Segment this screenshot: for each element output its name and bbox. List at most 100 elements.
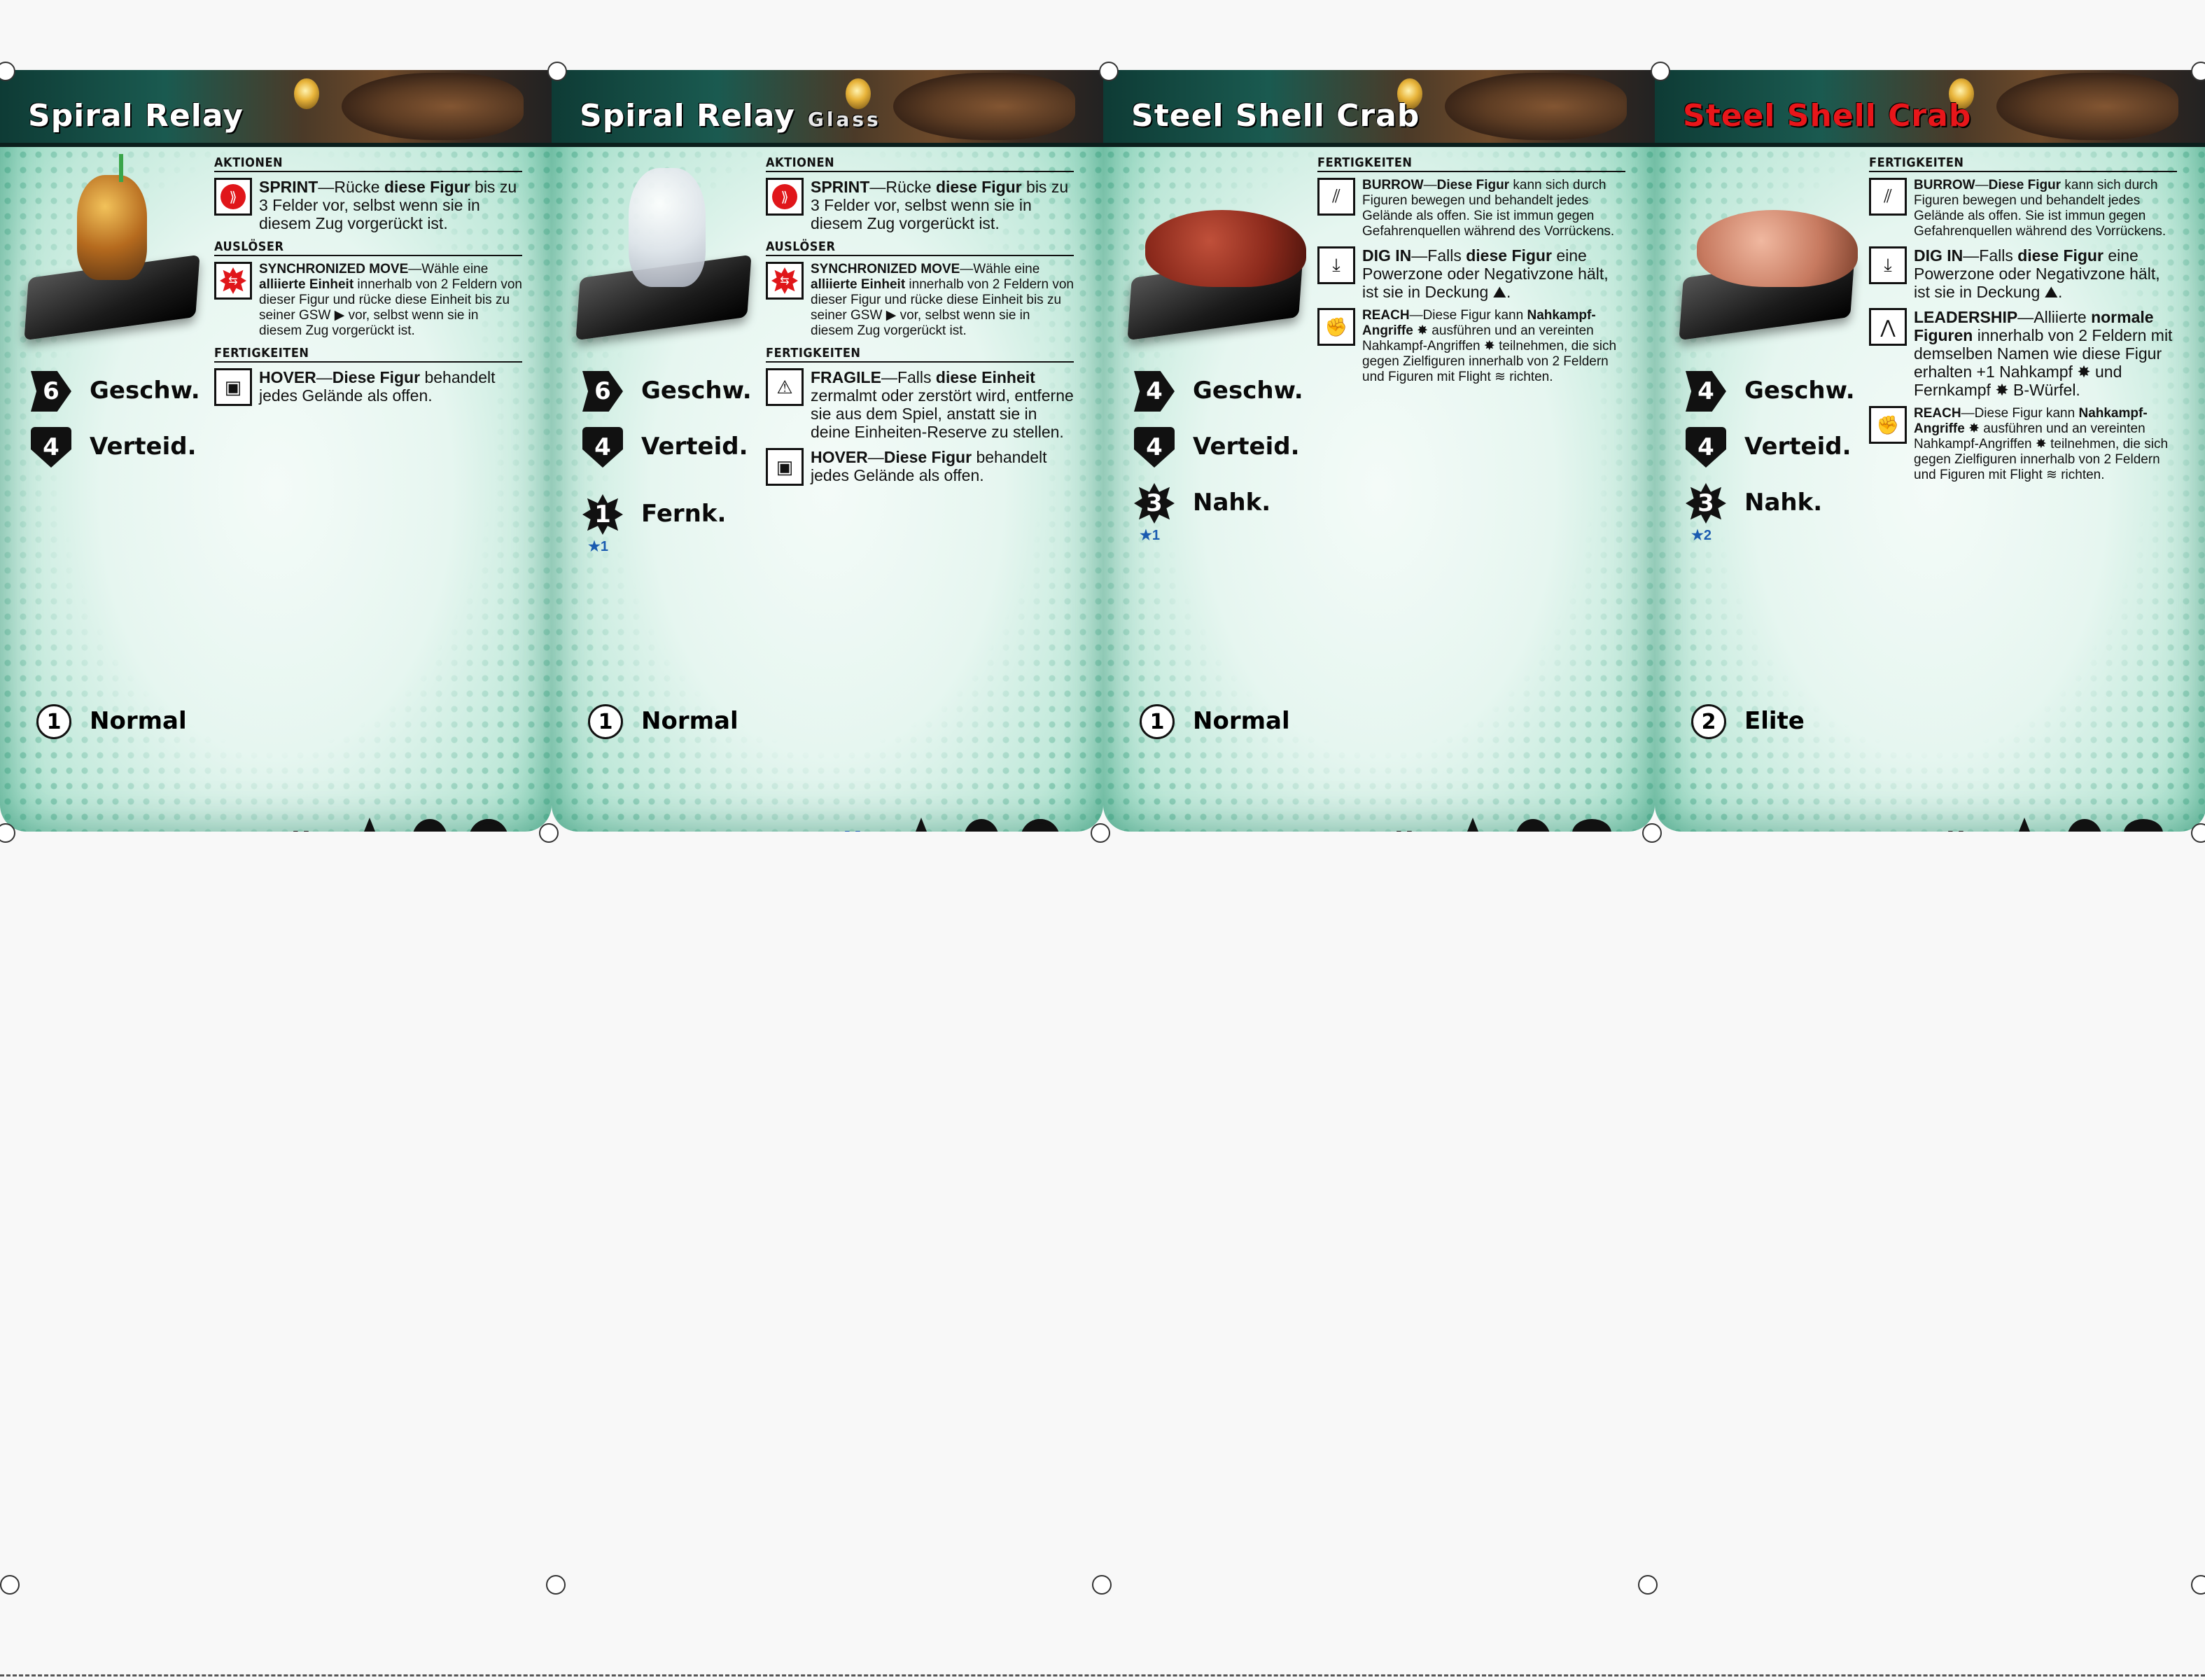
crop-mark: [1091, 823, 1110, 843]
gear-icon: [469, 819, 508, 832]
sprint-icon: ⟫: [766, 178, 804, 216]
dig-in-icon: ⤓: [1317, 246, 1355, 284]
rank-block: 1 Normal: [36, 704, 260, 746]
ability-row[interactable]: ⇆ SYNCHRONIZED MOVE—Wähle eine alliierte …: [214, 262, 522, 339]
crop-mark: [0, 823, 15, 843]
arrow-stat-icon: 4: [1686, 371, 1726, 412]
faction-icons: Now★: [1394, 818, 1635, 832]
card-title: Spiral Relay Glass: [580, 98, 881, 134]
unit-card[interactable]: Spiral Relay 6 Geschw. 4 Verteid. 1 Normal AKTI…: [0, 70, 552, 832]
ability-row[interactable]: ⫽ BURROW—Diese Figur kann sich durch Figu…: [1869, 178, 2177, 239]
synchronized-move-icon: ⇆: [766, 262, 804, 300]
faction-star-icon: [350, 818, 389, 832]
stat-bonus: ★1: [1140, 528, 1161, 543]
ability-row[interactable]: ✊ REACH—Diese Figur kann Nahkampf-Angriff…: [1317, 308, 1625, 385]
stat-label: Nahk.: [1193, 489, 1271, 517]
rank-label: Normal: [1193, 707, 1290, 735]
ability-row[interactable]: ✊ REACH—Diese Figur kann Nahkampf-Angriff…: [1869, 406, 2177, 483]
unit-figure-image: [24, 154, 210, 343]
section-header: AUSLÖSER: [214, 239, 522, 256]
hover-icon: ▣: [214, 368, 252, 406]
ability-row[interactable]: ⇆ SYNCHRONIZED MOVE—Wähle eine alliierte …: [766, 262, 1074, 339]
ability-row[interactable]: ▣ HOVER—Diese Figur behandelt jedes Gelän…: [766, 448, 1074, 486]
rank-block: 1 Normal: [1140, 704, 1364, 746]
unit-variant: Glass: [807, 108, 881, 131]
creature-art: [893, 73, 1075, 140]
now-set-icon: Now★★★: [1946, 819, 1991, 832]
crop-mark: [547, 62, 567, 81]
rank-icon: 2: [1691, 704, 1726, 739]
rank-label: Elite: [1744, 707, 1805, 735]
stat-fernk: 1 Fernk. ★1: [582, 494, 806, 554]
burrow-icon: ⫽: [1317, 178, 1355, 216]
section-header: FERTIGKEITEN: [214, 346, 522, 363]
creature-art: [1996, 73, 2178, 140]
unit-figure-image: [575, 161, 762, 343]
crop-mark: [2191, 62, 2205, 81]
synchronized-move-icon: ⇆: [214, 262, 252, 300]
ability-text: DIG IN—Falls diese Figur eine Powerzone …: [1362, 246, 1609, 301]
ability-section: FERTIGKEITEN ▣ HOVER—Diese Figur behandelt…: [214, 346, 522, 406]
alien-shape: [964, 819, 999, 832]
stat-verteid: 4 Verteid.: [31, 427, 255, 476]
alien-shape: [412, 819, 447, 832]
arrow-stat-icon: 6: [582, 371, 623, 412]
reach-icon: ✊: [1869, 406, 1907, 444]
unit-card[interactable]: Steel Shell Crab 4 Geschw. 4 Verteid. 3 Nahk. ★…: [1103, 70, 1655, 832]
stat-verteid: 4 Verteid.: [1134, 427, 1358, 476]
ability-row[interactable]: ⤓ DIG IN—Falls diese Figur eine Powerzone…: [1317, 246, 1625, 301]
now-set-icon: Now★★★★: [843, 819, 888, 832]
ability-row[interactable]: ⋀ LEADERSHIP—Alliierte normale Figuren in…: [1869, 308, 2177, 399]
faction-icons: Now★★: [291, 818, 532, 832]
ability-row[interactable]: ⫽ BURROW—Diese Figur kann sich durch Figu…: [1317, 178, 1625, 239]
faction-star-icon: [902, 818, 941, 832]
section-header: AKTIONEN: [766, 155, 1074, 172]
shield-stat-icon: 4: [1134, 427, 1175, 468]
figure-model: [629, 168, 706, 287]
ability-text: DIG IN—Falls diese Figur eine Powerzone …: [1914, 246, 2160, 301]
faction-icons: Now★★★★: [843, 818, 1084, 832]
card-banner: Steel Shell Crab: [1103, 70, 1655, 147]
alien-icon: [410, 819, 449, 832]
crop-mark: [1092, 1575, 1112, 1595]
ability-text: BURROW—Diese Figur kann sich durch Figur…: [1362, 178, 1615, 239]
unit-name: Steel Shell Crab: [1131, 98, 1420, 134]
faction-star-icon: [2005, 818, 2044, 832]
unit-name: Spiral Relay: [28, 98, 244, 134]
rank-label: Normal: [641, 707, 738, 735]
arrow-stat-icon: 4: [1134, 371, 1175, 412]
unit-name: Spiral Relay: [580, 98, 795, 134]
crop-mark: [1642, 823, 1662, 843]
unit-card[interactable]: Steel Shell Crab 4 Geschw. 4 Verteid. 3 Nahk. ★…: [1655, 70, 2205, 832]
shield-stat-icon: 4: [31, 427, 71, 468]
ability-section: FERTIGKEITEN ⫽ BURROW—Diese Figur kann sic…: [1869, 155, 2177, 483]
abilities-panel: AKTIONEN ⟫ SPRINT—Rücke diese Figur bis zu…: [214, 155, 522, 413]
ability-row[interactable]: ⤓ DIG IN—Falls diese Figur eine Powerzone…: [1869, 246, 2177, 301]
ability-row[interactable]: ⟫ SPRINT—Rücke diese Figur bis zu 3 Felde…: [766, 178, 1074, 232]
ability-text: SPRINT—Rücke diese Figur bis zu 3 Felder…: [259, 178, 517, 232]
star-shape: [350, 818, 389, 832]
card-banner: Spiral Relay: [0, 70, 552, 147]
unit-card[interactable]: Spiral Relay Glass 6 Geschw. 4 Verteid. 1 Fernk…: [552, 70, 1103, 832]
rank-icon: 1: [1140, 704, 1175, 739]
rank-block: 1 Normal: [588, 704, 812, 746]
ability-row[interactable]: ▣ HOVER—Diese Figur behandelt jedes Gelän…: [214, 368, 522, 406]
figure-model: [77, 154, 147, 280]
sprint-icon: ⟫: [214, 178, 252, 216]
alien-shape: [1516, 819, 1550, 832]
gear-icon: [1021, 819, 1060, 832]
gear-shape: [469, 819, 508, 832]
leadership-icon: ⋀: [1869, 308, 1907, 346]
ability-row[interactable]: ⟫ SPRINT—Rücke diese Figur bis zu 3 Felde…: [214, 178, 522, 232]
crop-mark: [539, 823, 559, 843]
crop-mark: [1638, 1575, 1658, 1595]
stat-bonus: ★2: [1691, 528, 1712, 543]
section-header: FERTIGKEITEN: [766, 346, 1074, 363]
ability-text: HOVER—Diese Figur behandelt jedes Geländ…: [259, 368, 496, 405]
card-title: Spiral Relay: [28, 98, 244, 134]
stat-label: Geschw.: [1193, 377, 1303, 405]
crop-mark: [2191, 1575, 2205, 1595]
ability-text: SPRINT—Rücke diese Figur bis zu 3 Felder…: [811, 178, 1069, 232]
ability-row[interactable]: ⚠ FRAGILE—Falls diese Einheit zermalmt od…: [766, 368, 1074, 441]
crop-mark: [546, 1575, 566, 1595]
